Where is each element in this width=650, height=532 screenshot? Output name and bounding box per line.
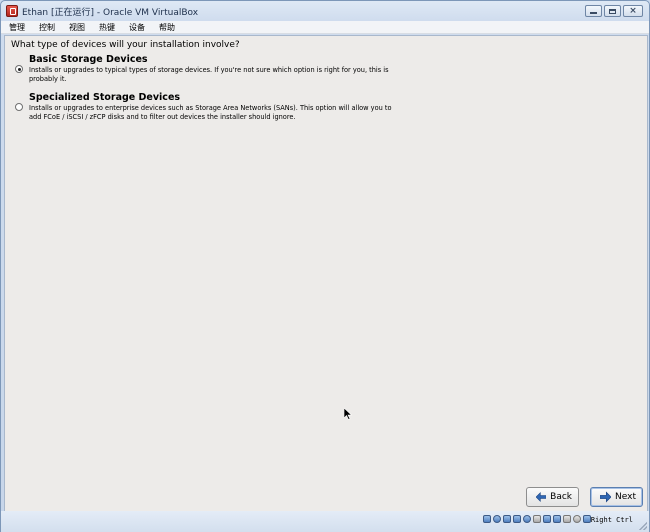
network-icon[interactable]: [513, 515, 521, 523]
resize-grip-icon[interactable]: [639, 522, 647, 530]
status-bar: Right Ctrl: [1, 511, 649, 532]
minimize-icon: [590, 12, 597, 14]
next-label: Next: [615, 492, 636, 502]
back-arrow-icon: [536, 491, 547, 503]
display-icon[interactable]: [543, 515, 551, 523]
basic-storage-description: Installs or upgrades to typical types of…: [29, 66, 389, 83]
next-arrow-icon: [600, 491, 612, 503]
menu-control[interactable]: 控制: [37, 22, 57, 33]
mouse-integration-icon[interactable]: [573, 515, 581, 523]
back-label: Back: [550, 492, 572, 502]
usb-icon[interactable]: [523, 515, 531, 523]
optical-drive-icon[interactable]: [493, 515, 501, 523]
specialized-storage-radio[interactable]: [15, 103, 23, 111]
close-button[interactable]: ×: [623, 5, 643, 17]
specialized-storage-description: Installs or upgrades to enterprise devic…: [29, 104, 392, 121]
back-button[interactable]: Back: [526, 487, 579, 507]
cpu-icon: [563, 515, 571, 523]
menu-hotkeys[interactable]: 热键: [97, 22, 117, 33]
menu-view[interactable]: 视图: [67, 22, 87, 33]
menu-manage[interactable]: 管理: [7, 22, 27, 33]
audio-icon[interactable]: [503, 515, 511, 523]
window-controls: ×: [585, 5, 643, 17]
menu-help[interactable]: 帮助: [157, 22, 177, 33]
maximize-icon: [609, 8, 616, 14]
menu-devices[interactable]: 设备: [127, 22, 147, 33]
host-key-label: Right Ctrl: [590, 516, 633, 524]
virtualbox-window: Ethan [正在运行] - Oracle VM VirtualBox × 管理…: [0, 0, 650, 532]
window-title: Ethan [正在运行] - Oracle VM VirtualBox: [22, 8, 199, 18]
vm-display[interactable]: What type of devices will your installat…: [4, 35, 648, 512]
close-icon: ×: [629, 5, 637, 16]
title-bar[interactable]: Ethan [正在运行] - Oracle VM VirtualBox ×: [1, 1, 649, 21]
device-status-icons: [483, 515, 591, 523]
video-capture-icon[interactable]: [553, 515, 561, 523]
virtualbox-app-icon: [6, 5, 18, 17]
basic-storage-title: Basic Storage Devices: [29, 54, 148, 65]
specialized-storage-title: Specialized Storage Devices: [29, 92, 181, 103]
next-button[interactable]: Next: [590, 487, 643, 507]
maximize-button[interactable]: [604, 5, 621, 17]
shared-folder-icon[interactable]: [533, 515, 541, 523]
hard-disk-icon[interactable]: [483, 515, 491, 523]
mouse-pointer-icon: [344, 408, 352, 420]
installer-question: What type of devices will your installat…: [11, 40, 240, 50]
minimize-button[interactable]: [585, 5, 602, 17]
keyboard-icon[interactable]: [583, 515, 591, 523]
basic-storage-radio[interactable]: [15, 65, 23, 73]
menu-bar: 管理 控制 视图 热键 设备 帮助: [1, 21, 649, 34]
